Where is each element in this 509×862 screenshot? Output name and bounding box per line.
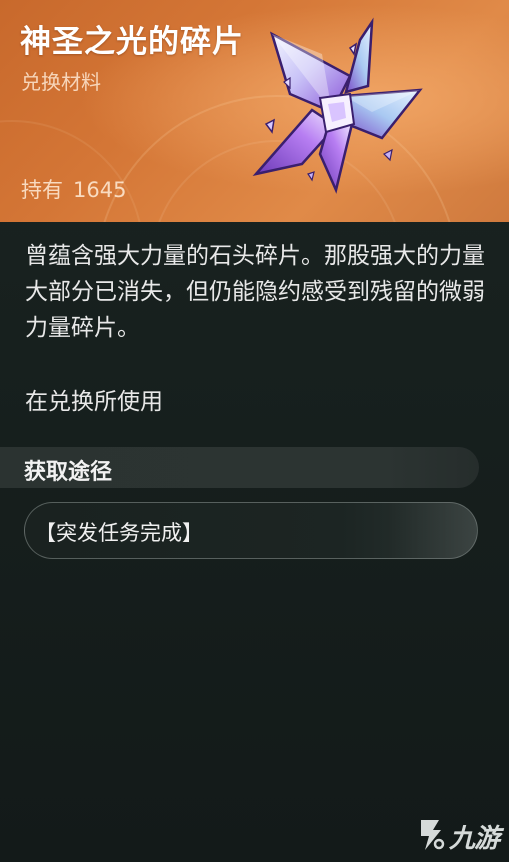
source-item-label: 【突发任务完成】 (35, 521, 203, 545)
item-usage: 在兑换所使用 (25, 389, 163, 415)
watermark-text: 九游 (449, 824, 500, 854)
owned-count: 持有 1645 (21, 174, 136, 204)
owned-label: 持有 (21, 178, 63, 202)
item-title: 神圣之光的碎片 (20, 24, 244, 60)
source-item-sudden-quest[interactable]: 【突发任务完成】 (24, 502, 478, 559)
item-header: 神圣之光的碎片 兑换材料 持有 1645 (0, 0, 509, 222)
sources-section-title: 获取途径 (24, 460, 113, 485)
crystal-shard-icon (252, 17, 423, 194)
item-category: 兑换材料 (21, 70, 101, 94)
watermark: 九游 (415, 812, 505, 856)
header-decoration-arc (0, 120, 144, 222)
item-detail-panel: 神圣之光的碎片 兑换材料 持有 1645 曾蕴含强大力量的石头碎片。那股强大的力量… (0, 0, 509, 862)
sources-section-header: 获取途径 (0, 447, 479, 488)
jiuyou-logo-icon (421, 820, 445, 850)
owned-value: 1645 (73, 178, 127, 202)
item-description: 曾蕴含强大力量的石头碎片。那股强大的力量大部分已消失，但仍能隐约感受到残留的微弱… (25, 243, 485, 341)
source-item-shine (387, 503, 477, 558)
